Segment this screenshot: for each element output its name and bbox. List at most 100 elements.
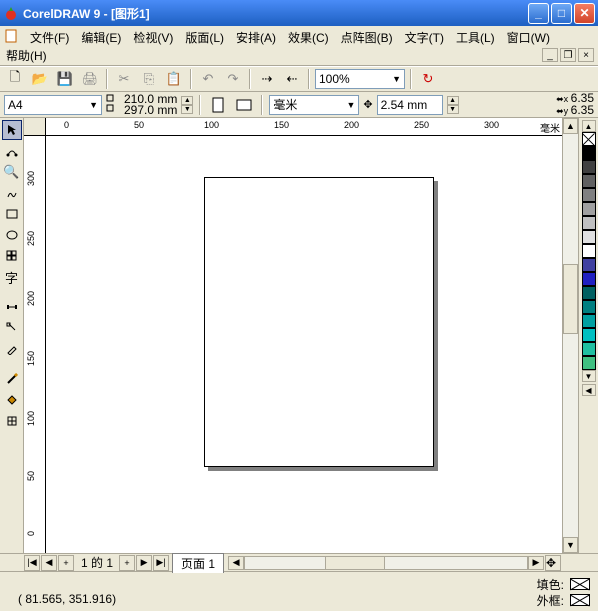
ruler-origin[interactable] <box>24 118 46 136</box>
dup-y[interactable]: 6.35 <box>571 103 594 117</box>
minimize-button[interactable]: _ <box>528 3 549 24</box>
outline-tool[interactable] <box>2 369 22 389</box>
color-swatch[interactable] <box>582 216 596 230</box>
palette-down-button[interactable]: ▼ <box>582 370 596 382</box>
menu-help[interactable]: 帮助(H) <box>0 46 53 65</box>
mdi-minimize-button[interactable]: _ <box>542 48 558 62</box>
menu-effects[interactable]: 效果(C) <box>282 28 335 47</box>
vertical-ruler[interactable]: 050100150200250300 <box>24 136 46 553</box>
paste-button[interactable]: 📋 <box>163 68 185 90</box>
hscroll-thumb[interactable] <box>325 557 385 569</box>
print-button[interactable]: 🖨 <box>79 68 101 90</box>
color-swatch[interactable] <box>582 258 596 272</box>
color-swatch[interactable] <box>582 188 596 202</box>
horizontal-scrollbar[interactable]: ◀ ▶ <box>228 556 544 570</box>
menu-arrange[interactable]: 安排(A) <box>230 28 282 47</box>
menu-file[interactable]: 文件(F) <box>24 28 75 47</box>
units-combo[interactable]: 毫米 ▼ <box>269 95 359 115</box>
last-page-button[interactable]: ▶| <box>153 555 169 571</box>
scroll-track[interactable] <box>563 134 578 537</box>
color-swatch[interactable] <box>582 174 596 188</box>
add-page-after-button[interactable]: + <box>119 555 135 571</box>
pan-button[interactable]: ✥ <box>545 555 561 571</box>
menu-edit[interactable]: 编辑(E) <box>75 28 127 47</box>
menu-layout[interactable]: 版面(L) <box>179 28 230 47</box>
page-tab[interactable]: 页面 1 <box>172 553 224 573</box>
ruler-tick: 50 <box>134 120 144 130</box>
color-swatch[interactable] <box>582 244 596 258</box>
zoom-combo[interactable]: 100% ▼ <box>315 69 405 89</box>
freehand-tool[interactable] <box>2 183 22 203</box>
prev-page-button[interactable]: ◀ <box>41 555 57 571</box>
text-tool[interactable]: 字 <box>2 267 22 287</box>
menu-bitmap[interactable]: 点阵图(B) <box>335 28 399 47</box>
cut-button[interactable]: ✂ <box>113 68 135 90</box>
scroll-right-button[interactable]: ▶ <box>528 556 544 570</box>
menu-window[interactable]: 窗口(W) <box>501 28 556 47</box>
import-button[interactable]: ⇢ <box>256 68 278 90</box>
scroll-left-button[interactable]: ◀ <box>228 556 244 570</box>
menu-text[interactable]: 文字(T) <box>399 28 450 47</box>
color-swatch[interactable] <box>582 160 596 174</box>
nudge-spinner[interactable]: ▲▼ <box>447 96 459 114</box>
horizontal-ruler[interactable]: 毫米 050100150200250300 <box>46 118 562 136</box>
first-page-button[interactable]: |◀ <box>24 555 40 571</box>
workspace: 🔍 字 毫米 050100150200250300 05010015020025… <box>0 118 598 553</box>
landscape-button[interactable] <box>233 94 255 116</box>
dimension-spinner[interactable]: ▲▼ <box>181 96 193 114</box>
fill-label: 填色: <box>537 576 564 593</box>
color-swatch[interactable] <box>582 342 596 356</box>
scroll-down-button[interactable]: ▼ <box>563 537 578 553</box>
scroll-up-button[interactable]: ▲ <box>563 118 578 134</box>
hscroll-track[interactable] <box>244 556 528 570</box>
maximize-button[interactable]: □ <box>551 3 572 24</box>
add-page-before-button[interactable]: + <box>58 555 74 571</box>
pick-tool[interactable] <box>2 120 22 140</box>
portrait-button[interactable] <box>207 94 229 116</box>
palette-up-button[interactable]: ▲ <box>582 120 596 132</box>
copy-button[interactable]: ⎘ <box>138 68 160 90</box>
corel-online-button[interactable]: ↻ <box>417 68 439 90</box>
rectangle-tool[interactable] <box>2 204 22 224</box>
outline-swatch[interactable] <box>570 594 590 606</box>
close-button[interactable]: ✕ <box>574 3 595 24</box>
interactive-fill-tool[interactable] <box>2 297 22 317</box>
color-swatch[interactable] <box>582 146 596 160</box>
paper-combo[interactable]: A4 ▼ <box>4 95 102 115</box>
color-swatch[interactable] <box>582 314 596 328</box>
menu-view[interactable]: 检视(V) <box>127 28 179 47</box>
new-button[interactable]: 🗋 <box>4 68 26 90</box>
shape-tool[interactable] <box>2 141 22 161</box>
mdi-close-button[interactable]: × <box>578 48 594 62</box>
redo-button[interactable]: ↷ <box>222 68 244 90</box>
scroll-thumb[interactable] <box>563 264 578 334</box>
color-swatch[interactable] <box>582 230 596 244</box>
open-button[interactable]: 📂 <box>29 68 51 90</box>
no-color-swatch[interactable] <box>582 132 596 146</box>
palette-flyout-button[interactable]: ◀ <box>582 384 596 396</box>
fill-tool[interactable] <box>2 390 22 410</box>
zoom-tool[interactable]: 🔍 <box>2 162 22 182</box>
page-height[interactable]: 297.0 mm <box>124 105 177 116</box>
save-button[interactable]: 💾 <box>54 68 76 90</box>
canvas[interactable] <box>46 136 562 553</box>
interactive-mesh-tool[interactable] <box>2 411 22 431</box>
export-button[interactable]: ⇠ <box>281 68 303 90</box>
fill-swatch[interactable] <box>570 578 590 590</box>
eyedropper-tool[interactable] <box>2 339 22 359</box>
undo-button[interactable]: ↶ <box>197 68 219 90</box>
color-swatch[interactable] <box>582 272 596 286</box>
interactive-transparency-tool[interactable] <box>2 318 22 338</box>
color-swatch[interactable] <box>582 202 596 216</box>
polygon-tool[interactable] <box>2 246 22 266</box>
next-page-button[interactable]: ▶ <box>136 555 152 571</box>
nudge-field[interactable]: 2.54 mm <box>377 95 443 115</box>
color-swatch[interactable] <box>582 286 596 300</box>
mdi-restore-button[interactable]: ❐ <box>560 48 576 62</box>
color-swatch[interactable] <box>582 328 596 342</box>
color-swatch[interactable] <box>582 356 596 370</box>
color-swatch[interactable] <box>582 300 596 314</box>
ellipse-tool[interactable] <box>2 225 22 245</box>
vertical-scrollbar[interactable]: ▲ ▼ <box>562 118 578 553</box>
menu-tools[interactable]: 工具(L) <box>450 28 501 47</box>
